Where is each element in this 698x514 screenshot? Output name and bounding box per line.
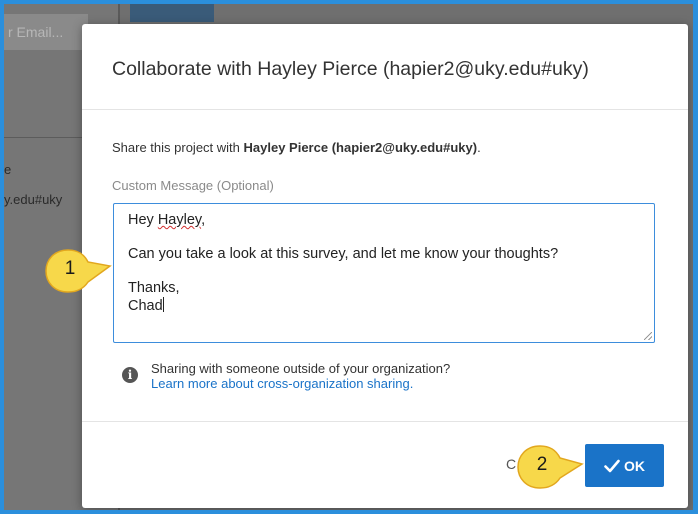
cancel-button[interactable]: C [506, 456, 516, 472]
background-button [130, 4, 214, 22]
message-signature: Chad [128, 298, 163, 314]
callout-2-number: 2 [536, 454, 548, 475]
callout-1: 1 [44, 246, 114, 296]
message-signature-line: Chad [128, 297, 640, 315]
background-email-text: y.edu#uky [4, 192, 63, 207]
resize-handle[interactable] [644, 332, 652, 340]
info-text: Sharing with someone outside of your org… [151, 361, 451, 376]
message-greeting-line: Hey Hayley, [128, 212, 640, 229]
ok-button[interactable]: OK [585, 444, 664, 487]
ok-label: OK [624, 457, 645, 474]
share-name: Hayley Pierce (hapier2@uky.edu#uky) [243, 140, 478, 155]
share-description: Share this project with Hayley Pierce (h… [112, 140, 481, 155]
custom-message-textarea[interactable]: Hey Hayley, Can you take a look at this … [113, 203, 655, 343]
background-divider [4, 137, 82, 138]
message-body: Can you take a look at this survey, and … [128, 246, 559, 262]
text-caret [162, 297, 164, 312]
background-email-input: r Email... [4, 14, 88, 50]
greeting-suffix: , [201, 212, 206, 228]
collaborate-dialog: Collaborate with Hayley Pierce (hapier2@… [82, 24, 688, 508]
callout-1-number: 1 [64, 258, 76, 279]
screenshot-frame: r Email... e y.edu#uky Collaborate with … [0, 0, 698, 514]
info-icon: i [122, 367, 138, 383]
checkmark-icon [604, 459, 620, 472]
custom-message-label: Custom Message (Optional) [112, 178, 274, 193]
message-signoff: Thanks, [128, 280, 180, 296]
greeting-prefix: Hey [128, 212, 158, 228]
header-divider [82, 109, 688, 110]
cross-org-sharing-link[interactable]: Learn more about cross-organization shar… [151, 376, 450, 391]
background-text: e [4, 162, 12, 177]
cross-org-info: Sharing with someone outside of your org… [151, 361, 450, 391]
callout-2: 2 [516, 442, 586, 492]
footer-divider [82, 421, 688, 422]
dialog-title: Collaborate with Hayley Pierce (hapier2@… [112, 58, 589, 80]
share-suffix: . [477, 140, 481, 155]
share-prefix: Share this project with [112, 140, 244, 155]
greeting-name: Hayley [157, 212, 202, 228]
